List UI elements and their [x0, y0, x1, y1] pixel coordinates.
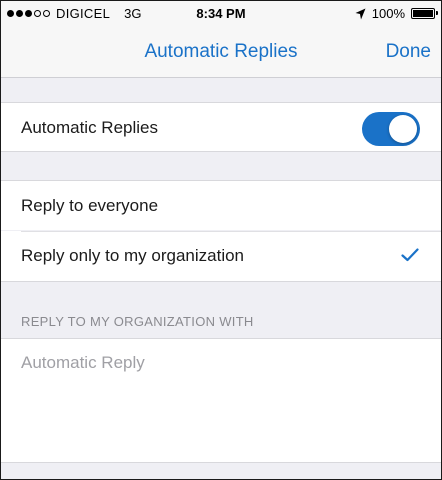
reply-option-organization[interactable]: Reply only to my organization [1, 231, 441, 282]
automatic-reply-placeholder: Automatic Reply [21, 353, 145, 372]
checkmark-icon [401, 248, 419, 262]
reply-option-label: Reply only to my organization [21, 246, 245, 265]
status-bar: DIGICEL 3G 8:34 PM 100% [1, 1, 441, 27]
phone-screen: DIGICEL 3G 8:34 PM 100% Automatic Replie… [0, 0, 442, 480]
automatic-replies-row[interactable]: Automatic Replies [1, 102, 441, 152]
navigation-bar: Automatic Replies Done [1, 27, 441, 78]
automatic-replies-label: Automatic Replies [21, 118, 159, 137]
location-arrow-icon [355, 8, 366, 19]
toggle-knob [389, 115, 417, 143]
row-divider [21, 231, 441, 232]
automatic-replies-toggle[interactable] [362, 112, 420, 146]
section-header: REPLY TO MY ORGANIZATION WITH [21, 314, 254, 329]
automatic-reply-message-field[interactable]: Automatic Reply [1, 338, 441, 463]
done-button[interactable]: Done [386, 41, 431, 63]
battery-icon [411, 8, 438, 19]
page-title: Automatic Replies [144, 41, 298, 62]
battery-percent: 100% [371, 6, 405, 21]
reply-option-everyone[interactable]: Reply to everyone [1, 180, 441, 230]
reply-option-label: Reply to everyone [21, 196, 159, 215]
status-right: 100% [355, 6, 438, 21]
